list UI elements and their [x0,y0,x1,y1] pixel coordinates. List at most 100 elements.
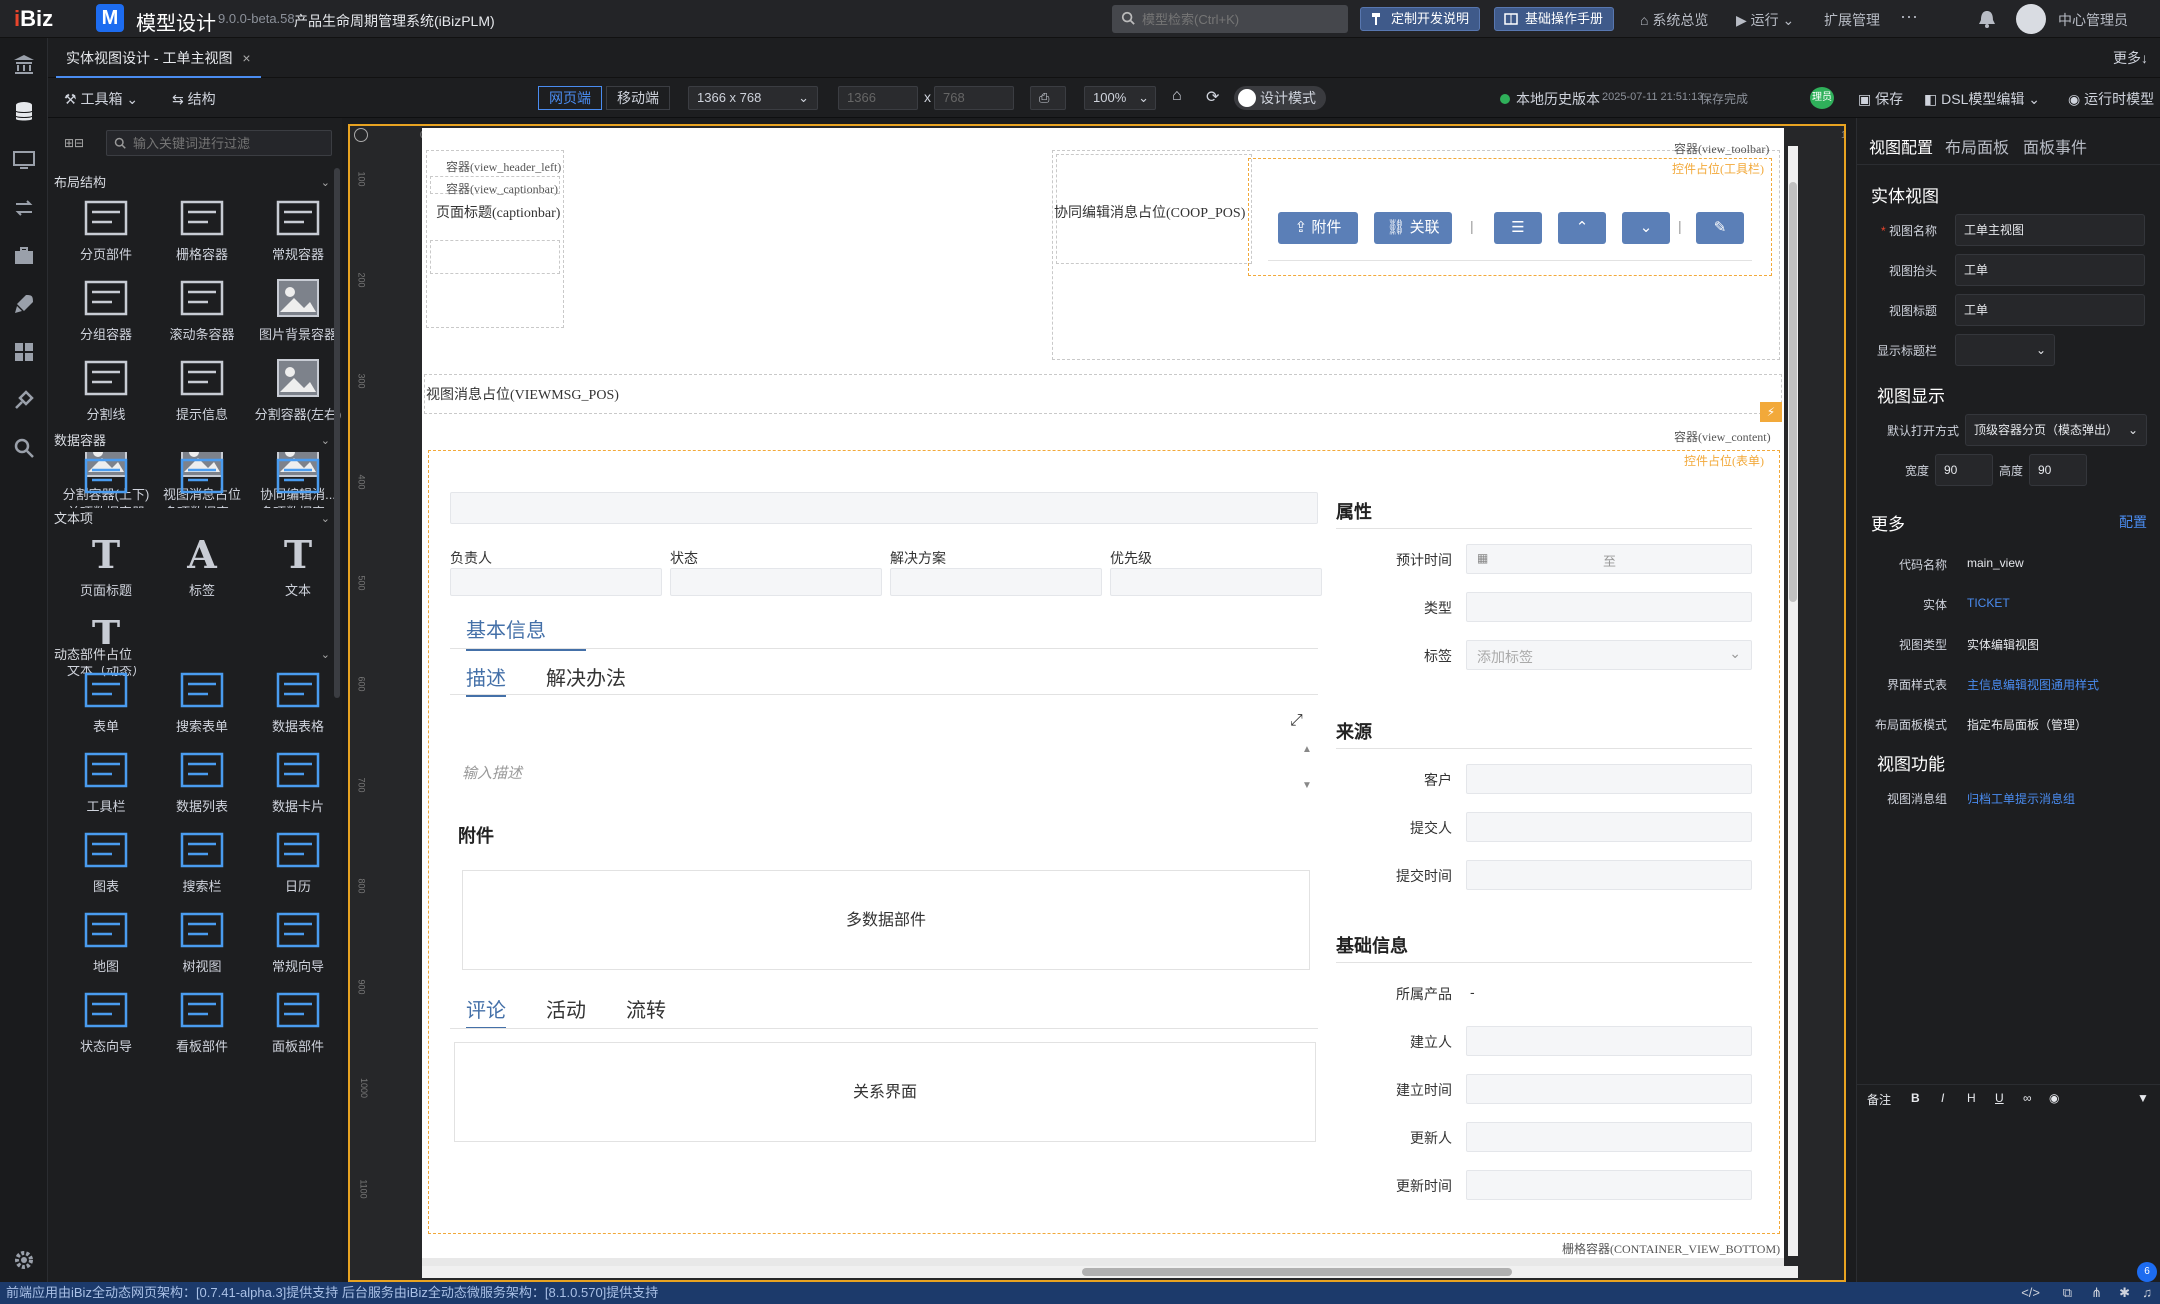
bell-icon[interactable] [1976,8,1998,30]
toolbox-item[interactable]: 树视图 [154,910,250,990]
toolbox-item[interactable]: 面板部件 [250,990,346,1070]
zoom-select[interactable]: 100% ⌄ [1084,86,1156,110]
plugin-icon[interactable] [12,388,36,412]
relation-widget[interactable]: 关系界面 [454,1042,1316,1142]
viewmsg-slot[interactable] [424,374,1782,414]
code-icon[interactable]: </> [2021,1282,2040,1304]
toolbox-item[interactable]: 常规向导 [250,910,346,990]
dsl-edit-button[interactable]: ◧ DSL模型编辑 ⌄ [1924,89,2040,109]
form-field-input[interactable] [890,568,1102,596]
underline-icon[interactable]: U [1995,1091,2004,1105]
height-input[interactable]: 90 [2029,454,2087,486]
bank-icon[interactable] [12,52,36,76]
form-field-input[interactable] [1466,764,1752,794]
bottom-tab[interactable]: 流转 [626,994,666,1023]
design-canvas[interactable]: 0100200300400500600700800900100011001200… [348,124,1846,1282]
toolbox-item[interactable]: 栅格容器 [154,198,250,278]
horizontal-scrollbar[interactable] [422,1266,1798,1278]
bottom-tab[interactable]: 评论 [466,994,506,1029]
link-icon[interactable]: ∞ [2023,1091,2032,1105]
msg-group-link[interactable]: 归档工单提示消息组 [1967,790,2075,807]
form-field-input[interactable]: 添加标签 ⌄ [1466,640,1752,670]
bottom-tab[interactable]: 活动 [546,994,586,1023]
form-field-input[interactable] [450,568,662,596]
toolbox-item[interactable]: 提示信息 [154,358,250,438]
form-field-input[interactable] [1466,1026,1752,1056]
heading-icon[interactable]: H [1967,1091,1976,1105]
toolbox-scrollbar[interactable] [334,168,340,698]
height-input[interactable]: 768 [934,86,1014,110]
toolbox-item[interactable]: A 标签 [154,534,250,614]
toolbox-item[interactable]: 数据卡片 [250,750,346,830]
eye-icon[interactable] [354,128,368,142]
form-field-input[interactable] [1466,1170,1752,1200]
view-title-input[interactable]: 工单 [1955,294,2145,326]
structure-toggle[interactable]: ⇆ 结构 [172,89,216,109]
toolbox-item[interactable]: 分割线 [58,358,154,438]
home-icon[interactable]: ⌂ [1172,87,1182,105]
toolbox-item[interactable]: 表单 [58,670,154,750]
nav-extend[interactable]: 扩展管理 [1824,10,1880,30]
more-row-value[interactable]: TICKET [1967,596,2010,610]
brand-logo[interactable]: iBiz [14,6,53,32]
sync-icon[interactable] [12,196,36,220]
custom-dev-button[interactable]: 定制开发说明 [1360,7,1481,31]
nav-overview[interactable]: ⌂ 系统总览 [1640,10,1708,30]
config-link[interactable]: 配置 [2119,512,2147,532]
form-field-input[interactable] [1110,568,1322,596]
manual-button[interactable]: 基础操作手册 [1494,7,1615,31]
toolbox-search-input[interactable] [106,130,332,156]
link-button[interactable]: ⛓ 关联 [1374,212,1452,244]
grid-icon[interactable] [12,340,36,364]
briefcase-icon[interactable] [12,244,36,268]
toolbox-item[interactable]: T 文本 [250,534,346,614]
desc-placeholder[interactable]: 输入描述 [462,762,522,783]
tab-panel-events[interactable]: 面板事件 [2023,134,2087,158]
search-icon[interactable] [12,436,36,460]
form-field-input[interactable] [670,568,882,596]
desc-tab[interactable]: 描述 [466,662,506,697]
chevron-up-icon[interactable]: ⌃ [1558,212,1606,244]
toolbox-section-header[interactable]: 文本项 ⌄ [48,508,342,530]
form-field-input[interactable] [1466,812,1752,842]
show-titlebar-select[interactable]: ⌄ [1955,334,2055,366]
close-icon[interactable]: × [242,50,250,66]
toolbox-toggle[interactable]: ⚒ 工具箱 ⌄ [64,89,138,109]
copy-icon[interactable]: ⧉ [2063,1282,2072,1304]
gear-icon[interactable] [12,1248,36,1272]
fullscreen-icon[interactable]: ⤢ [1290,712,1303,730]
title-field[interactable] [450,492,1318,524]
mobile-toggle[interactable]: 移动端 [606,86,670,110]
italic-icon[interactable]: I [1941,1091,1944,1105]
scroll-down-icon[interactable]: ▼ [1302,780,1312,791]
screenshot-icon[interactable]: ⎙ [1030,86,1066,110]
save-button[interactable]: ▣ 保存 [1858,89,1903,109]
caption-slot[interactable] [430,240,560,274]
expand-collapse-icon[interactable]: ⊞⊟ [64,136,84,150]
tab-layout-panel[interactable]: 布局面板 [1945,134,2009,158]
toolbox-item[interactable]: 数据表格 [250,670,346,750]
pin-icon[interactable]: ✎ [1696,212,1744,244]
toolbox-item[interactable]: 看板部件 [154,990,250,1070]
viewmsg-placeholder[interactable]: 视图消息占位(VIEWMSG_POS) [426,384,619,404]
form-field-input[interactable] [1466,860,1752,890]
bug-icon[interactable]: ✱ [2119,1282,2130,1304]
toolbox-item[interactable]: 搜索栏 [154,830,250,910]
form-field-input[interactable] [1466,592,1752,622]
multi-data-widget[interactable]: 多数据部件 [462,870,1310,970]
toolbox-item[interactable]: 搜索表单 [154,670,250,750]
notification-badge[interactable]: 6 [2137,1262,2157,1282]
design-mode-toggle[interactable]: 设计模式 [1234,86,1326,110]
history-version[interactable]: 本地历史版本 [1500,89,1600,109]
coop-placeholder[interactable]: 协同编辑消息占位(COOP_POS) [1054,202,1245,222]
user-name[interactable]: 中心管理员 [2058,10,2128,30]
group-basic-title[interactable]: 基本信息 [466,614,586,651]
lightning-icon[interactable]: ⚡ [1760,402,1782,422]
toolbox-item[interactable]: 数据列表 [154,750,250,830]
toolbox-item[interactable]: 分组容器 [58,278,154,358]
toolbox-item[interactable]: 分割容器(左右) [250,358,346,438]
more-icon[interactable]: ··· [1900,6,1918,27]
toolbox-section-header[interactable]: 数据容器 ⌄ [48,430,342,452]
toolbox-item[interactable]: 常规容器 [250,198,346,278]
tabs-more-button[interactable]: 更多↓ [2113,48,2148,68]
